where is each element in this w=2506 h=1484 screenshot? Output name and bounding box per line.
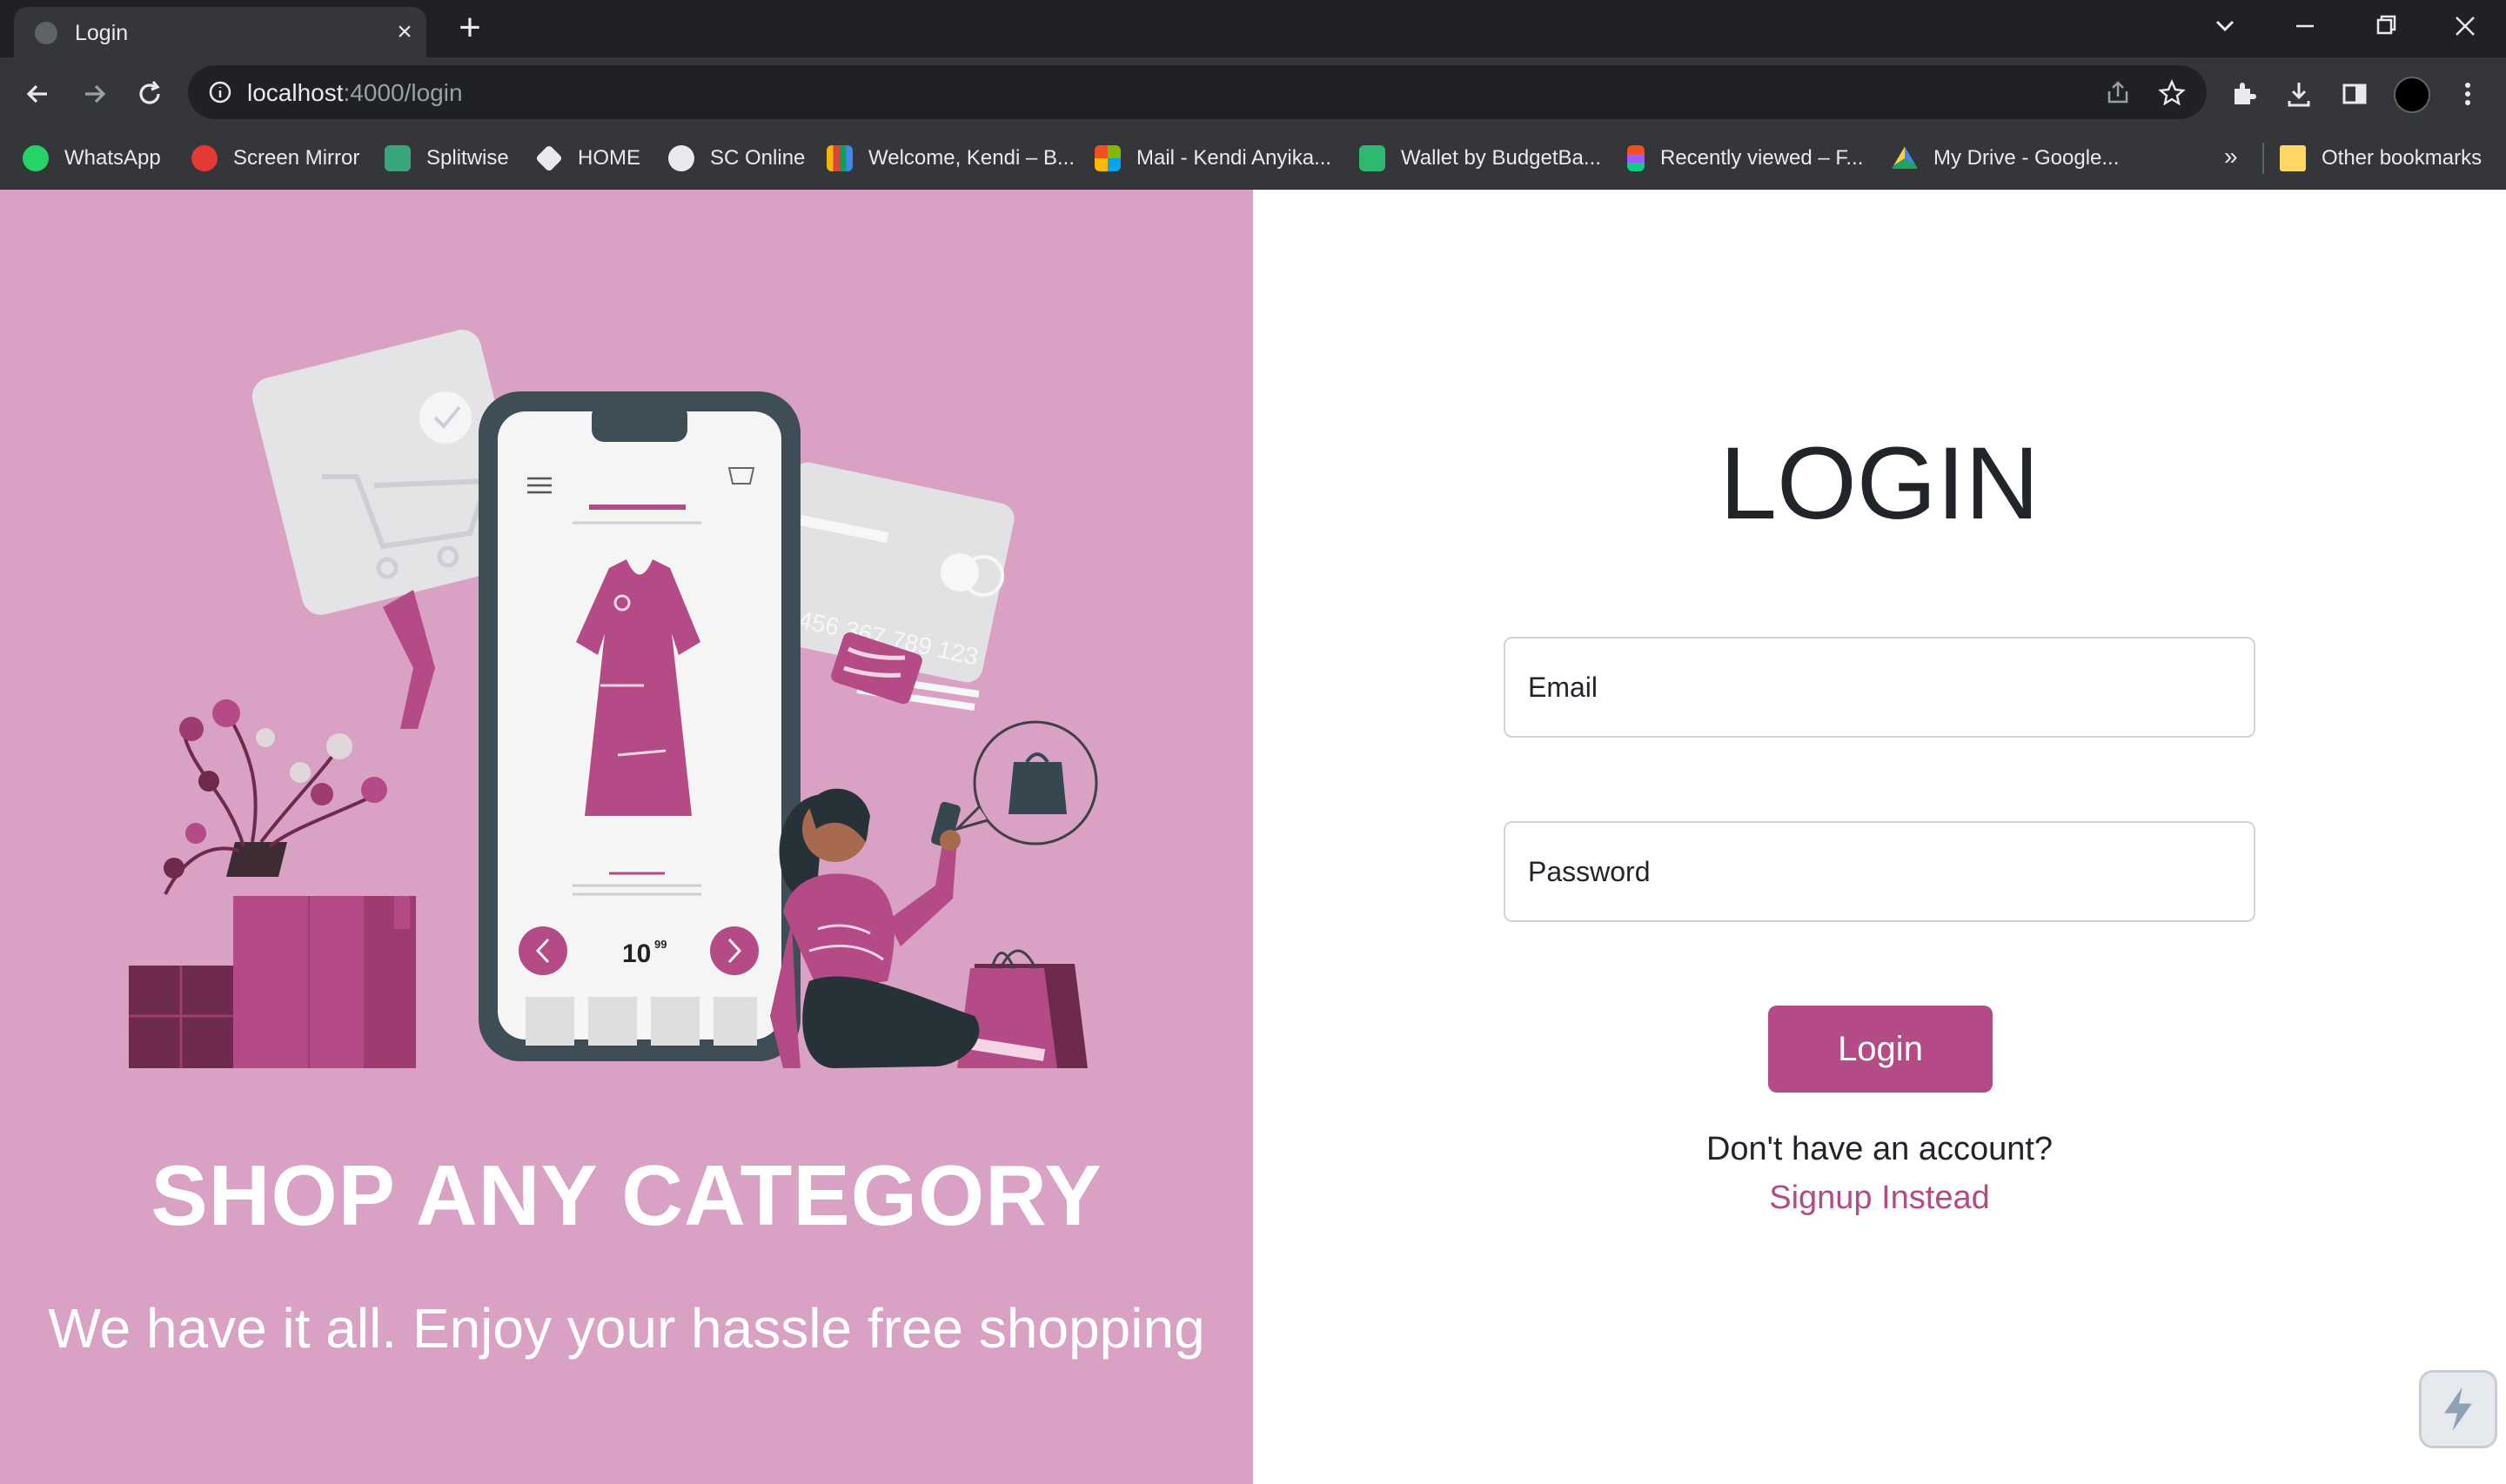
bookmarks-divider <box>2262 143 2264 174</box>
bookmark-sc-online[interactable]: SC Online <box>668 141 805 176</box>
email-input[interactable] <box>1504 637 2255 738</box>
bookmark-star-icon[interactable] <box>2156 77 2188 109</box>
woman-illustration <box>770 788 980 1068</box>
menu-dots-icon[interactable] <box>2452 78 2483 110</box>
close-tab-icon[interactable]: × <box>390 17 419 47</box>
url-text[interactable]: localhost:4000/login <box>247 79 463 107</box>
shopping-bag-illustration <box>957 949 1088 1068</box>
bookmark-mail[interactable]: Mail - Kendi Anyika... <box>1095 141 1331 176</box>
google-drive-icon <box>1892 146 1918 169</box>
next-arrow-illustration <box>710 926 759 975</box>
profile-avatar[interactable] <box>2394 77 2430 113</box>
restore-icon[interactable] <box>2363 9 2407 43</box>
whatsapp-icon <box>23 145 49 171</box>
shopping-illustration: 456 367 789 123 10 99 <box>129 330 1098 1068</box>
lightning-icon <box>2444 1387 2472 1432</box>
bookmark-splitwise[interactable]: Splitwise <box>385 141 509 176</box>
hero-title: SHOP ANY CATEGORY <box>151 1147 1102 1243</box>
screen-mirror-icon <box>191 145 218 171</box>
phone-price-cents: 99 <box>654 938 667 951</box>
hero-subtitle: We have it all. Enjoy your hassle free s… <box>48 1297 1205 1360</box>
back-arrow-icon[interactable] <box>19 75 57 113</box>
bookmark-whatsapp[interactable]: WhatsApp <box>23 141 161 176</box>
extensions-puzzle-icon[interactable] <box>2228 78 2259 110</box>
url-path: :4000/login <box>343 79 463 106</box>
address-bar[interactable]: localhost:4000/login <box>188 65 2207 119</box>
no-account-text: Don't have an account? <box>1705 1131 2054 1167</box>
signup-link[interactable]: Signup Instead <box>1253 1180 2506 1217</box>
site-info-icon[interactable] <box>207 79 233 105</box>
bookmark-welcome-kendi[interactable]: Welcome, Kendi – B... <box>827 141 1075 176</box>
floating-assistant-button[interactable] <box>2419 1370 2497 1448</box>
tab-title: Login <box>75 21 129 45</box>
new-tab-button[interactable]: + <box>452 9 487 47</box>
url-host: localhost <box>247 79 344 106</box>
bookmark-home[interactable]: HOME <box>535 141 640 176</box>
globe-icon <box>35 22 57 44</box>
browser-toolbar: localhost:4000/login <box>0 57 2506 127</box>
bookmark-wallet[interactable]: Wallet by BudgetBa... <box>1359 141 1601 176</box>
bookmark-my-drive[interactable]: My Drive - Google... <box>1892 141 2119 176</box>
reload-icon[interactable] <box>131 75 169 113</box>
other-bookmarks-folder[interactable]: Other bookmarks <box>2280 141 2482 176</box>
browser-tab-strip: Login × + <box>0 0 2506 57</box>
forward-arrow-icon[interactable] <box>75 75 113 113</box>
folder-icon <box>2280 145 2306 171</box>
figma-icon <box>1627 145 1645 171</box>
login-panel: LOGIN Login Don't have an account? Signu… <box>1253 190 2506 1484</box>
phone-price: 10 <box>622 939 651 968</box>
password-input[interactable] <box>1504 821 2255 922</box>
splitwise-icon <box>385 145 411 171</box>
sock-illustration <box>383 590 435 729</box>
side-panel-icon[interactable] <box>2339 78 2370 110</box>
plant-illustration <box>164 699 387 895</box>
close-window-icon[interactable] <box>2443 9 2487 43</box>
bookmarks-bar: WhatsApp Screen Mirror Splitwise HOME SC… <box>0 127 2506 190</box>
browser-tab[interactable]: Login × <box>14 7 426 57</box>
bookmark-screen-mirror[interactable]: Screen Mirror <box>191 141 359 176</box>
globe-icon <box>668 145 694 171</box>
more-bookmarks-button[interactable]: » <box>2224 143 2238 170</box>
wallet-icon <box>1359 145 1385 171</box>
tab-search-icon[interactable] <box>2203 9 2247 43</box>
prev-arrow-illustration <box>519 926 567 975</box>
bar-chart-icon <box>827 145 853 171</box>
bookmark-figma[interactable]: Recently viewed – F... <box>1627 141 1863 176</box>
login-button[interactable]: Login <box>1768 1006 1993 1093</box>
speech-bubble-bag <box>952 720 1098 846</box>
microsoft-icon <box>1095 145 1121 171</box>
home-icon <box>535 144 563 172</box>
minimize-icon[interactable] <box>2283 9 2327 43</box>
login-title: LOGIN <box>1719 426 2040 541</box>
download-icon[interactable] <box>2283 78 2315 110</box>
page-content: 456 367 789 123 10 99 SHOP ANY CATEGORY … <box>0 190 2506 1484</box>
phone-illustration: 10 99 <box>479 391 801 1061</box>
hero-panel: 456 367 789 123 10 99 SHOP ANY CATEGORY … <box>0 190 1253 1484</box>
share-icon[interactable] <box>2102 77 2134 109</box>
